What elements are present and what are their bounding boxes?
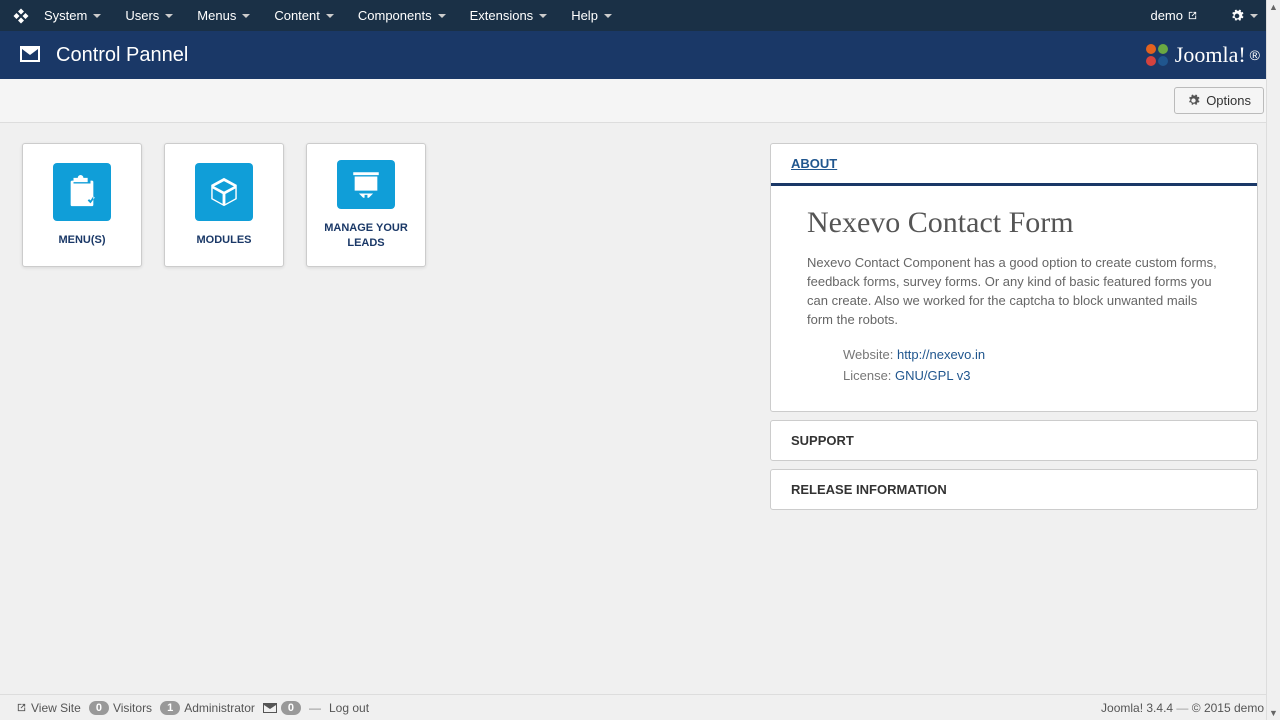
cube-icon <box>207 175 241 209</box>
chevron-down-icon <box>604 14 612 18</box>
nav-settings[interactable] <box>1220 3 1268 29</box>
panel-release-head[interactable]: RELEASE INFORMATION <box>771 470 1257 509</box>
external-link-icon <box>1187 10 1198 21</box>
options-button[interactable]: Options <box>1174 87 1264 114</box>
clipboard-check-icon <box>65 175 99 209</box>
top-navbar: System Users Menus Content Components Ex… <box>0 0 1280 31</box>
mail-count[interactable]: 0 <box>263 701 301 715</box>
nav-menus[interactable]: Menus <box>187 2 260 29</box>
gear-icon <box>1230 9 1244 23</box>
view-site-link[interactable]: View Site <box>16 701 81 715</box>
panel-about: ABOUT Nexevo Contact Form Nexevo Contact… <box>770 143 1258 412</box>
envelope-icon <box>263 703 277 713</box>
chevron-down-icon <box>165 14 173 18</box>
website-link[interactable]: http://nexevo.in <box>897 347 985 362</box>
license-label: License: <box>843 368 891 383</box>
about-description: Nexevo Contact Component has a good opti… <box>807 254 1221 329</box>
chevron-down-icon <box>1250 14 1258 18</box>
panel-release: RELEASE INFORMATION <box>770 469 1258 510</box>
card-manage-leads[interactable]: MANAGE YOUR LEADS <box>306 143 426 267</box>
gear-icon <box>1187 94 1200 107</box>
chevron-down-icon <box>438 14 446 18</box>
chevron-down-icon <box>242 14 250 18</box>
nav-system[interactable]: System <box>34 2 111 29</box>
about-title: Nexevo Contact Form <box>807 206 1221 240</box>
visitors-count[interactable]: 0Visitors <box>89 701 152 715</box>
nav-components[interactable]: Components <box>348 2 456 29</box>
scrollbar[interactable]: ▲ ▼ <box>1266 0 1280 720</box>
nav-extensions[interactable]: Extensions <box>460 2 558 29</box>
website-label: Website: <box>843 347 893 362</box>
page-header: Control Pannel Joomla! ® <box>0 31 1280 79</box>
chevron-down-icon <box>93 14 101 18</box>
logout-link[interactable]: Log out <box>329 701 369 715</box>
scroll-up-icon[interactable]: ▲ <box>1267 0 1280 14</box>
joomla-logo: Joomla! ® <box>1143 41 1260 69</box>
nav-user[interactable]: demo <box>1140 2 1208 29</box>
card-label: MENU(S) <box>58 233 105 247</box>
scroll-down-icon[interactable]: ▼ <box>1267 706 1280 720</box>
panel-support-head[interactable]: SUPPORT <box>771 421 1257 460</box>
card-label: MANAGE YOUR LEADS <box>315 221 417 250</box>
nav-content[interactable]: Content <box>264 2 344 29</box>
card-menus[interactable]: MENU(S) <box>22 143 142 267</box>
toolbar: Options <box>0 79 1280 123</box>
version-text: Joomla! 3.4.4 <box>1101 701 1173 715</box>
page-title: Control Pannel <box>56 44 188 67</box>
presentation-icon <box>349 168 383 202</box>
external-link-icon <box>16 702 27 713</box>
chevron-down-icon <box>539 14 547 18</box>
card-modules[interactable]: MODULES <box>164 143 284 267</box>
license-link[interactable]: GNU/GPL v3 <box>895 368 970 383</box>
quick-cards: MENU(S) MODULES MANAGE YOUR LEADS <box>22 143 740 518</box>
envelope-icon <box>20 46 40 65</box>
panel-about-head[interactable]: ABOUT <box>771 144 1257 186</box>
admin-count[interactable]: 1Administrator <box>160 701 255 715</box>
joomla-icon[interactable] <box>12 7 30 25</box>
chevron-down-icon <box>326 14 334 18</box>
nav-help[interactable]: Help <box>561 2 622 29</box>
panel-support: SUPPORT <box>770 420 1258 461</box>
card-label: MODULES <box>197 233 252 247</box>
copyright-text: © 2015 demo <box>1192 701 1264 715</box>
footer: View Site 0Visitors 1Administrator 0 — L… <box>0 694 1280 720</box>
nav-users[interactable]: Users <box>115 2 183 29</box>
